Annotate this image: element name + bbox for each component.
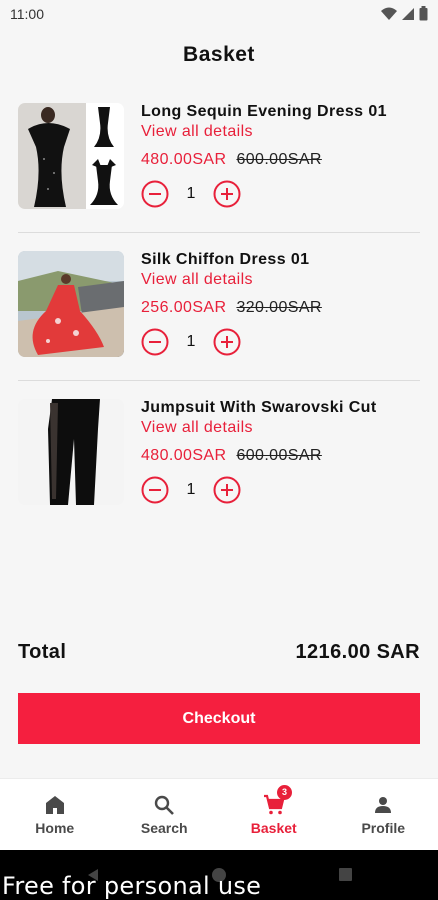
- page-title: Basket: [183, 43, 255, 66]
- quantity-value: 1: [186, 185, 196, 202]
- quantity-stepper: 1: [141, 180, 241, 208]
- watermark-text: Free for personal use: [2, 872, 262, 900]
- original-price: 600.00SAR: [236, 447, 322, 464]
- product-image-chiffon-dress[interactable]: [18, 251, 124, 357]
- original-price: 320.00SAR: [236, 299, 322, 316]
- view-details-link[interactable]: View all details: [141, 123, 253, 141]
- decrease-quantity-button[interactable]: [141, 180, 169, 208]
- status-icons: [381, 6, 428, 21]
- nav-item-home[interactable]: Home: [0, 779, 110, 850]
- view-details-link[interactable]: View all details: [141, 271, 253, 289]
- decrease-quantity-button[interactable]: [141, 328, 169, 356]
- nav-item-basket[interactable]: 3 Basket: [219, 779, 329, 850]
- nav-item-profile[interactable]: Profile: [329, 779, 438, 850]
- price-row: 480.00SAR 600.00SAR: [141, 447, 322, 465]
- current-price: 480.00SAR: [141, 447, 227, 464]
- home-icon: [45, 796, 64, 814]
- checkout-button[interactable]: Checkout: [18, 693, 420, 744]
- increase-quantity-button[interactable]: [213, 180, 241, 208]
- status-bar: 11:00: [0, 0, 438, 30]
- total-value: 1216.00 SAR: [295, 641, 420, 663]
- nav-label: Profile: [361, 820, 406, 836]
- nav-item-search[interactable]: Search: [110, 779, 220, 850]
- product-name: Silk Chiffon Dress 01: [141, 251, 310, 268]
- nav-label: Home: [35, 820, 75, 836]
- product-name: Long Sequin Evening Dress 01: [141, 103, 387, 120]
- current-price: 480.00SAR: [141, 151, 227, 168]
- wifi-icon: [381, 7, 397, 20]
- cart-count-badge: 3: [277, 785, 292, 800]
- bottom-nav: Home Search 3 Basket Profile: [0, 778, 438, 850]
- person-icon: [375, 797, 392, 813]
- price-row: 256.00SAR 320.00SAR: [141, 299, 322, 317]
- nav-label: Basket: [250, 820, 297, 836]
- recents-icon[interactable]: [338, 867, 353, 882]
- nav-label: Search: [140, 820, 188, 836]
- quantity-stepper: 1: [141, 328, 241, 356]
- view-details-link[interactable]: View all details: [141, 419, 253, 437]
- total-row: Total 1216.00 SAR: [18, 641, 420, 664]
- quantity-stepper: 1: [141, 476, 241, 504]
- app-header: Basket: [0, 30, 438, 85]
- total-label: Total: [18, 641, 67, 663]
- quantity-value: 1: [186, 481, 196, 498]
- decrease-quantity-button[interactable]: [141, 476, 169, 504]
- product-name: Jumpsuit With Swarovski Cut: [141, 399, 377, 416]
- cart-item: Silk Chiffon Dress 01 View all details 2…: [0, 233, 438, 381]
- quantity-value: 1: [186, 333, 196, 350]
- status-time: 11:00: [10, 6, 44, 22]
- product-image-sequin-dress[interactable]: [18, 103, 124, 209]
- increase-quantity-button[interactable]: [213, 328, 241, 356]
- original-price: 600.00SAR: [236, 151, 322, 168]
- price-row: 480.00SAR 600.00SAR: [141, 151, 322, 169]
- search-icon: [155, 795, 175, 815]
- product-image-jumpsuit[interactable]: [18, 399, 124, 505]
- cart-item: Jumpsuit With Swarovski Cut View all det…: [0, 381, 438, 529]
- cart-item: Long Sequin Evening Dress 01 View all de…: [0, 85, 438, 233]
- signal-icon: [402, 7, 414, 20]
- increase-quantity-button[interactable]: [213, 476, 241, 504]
- current-price: 256.00SAR: [141, 299, 227, 316]
- battery-icon: [419, 6, 428, 21]
